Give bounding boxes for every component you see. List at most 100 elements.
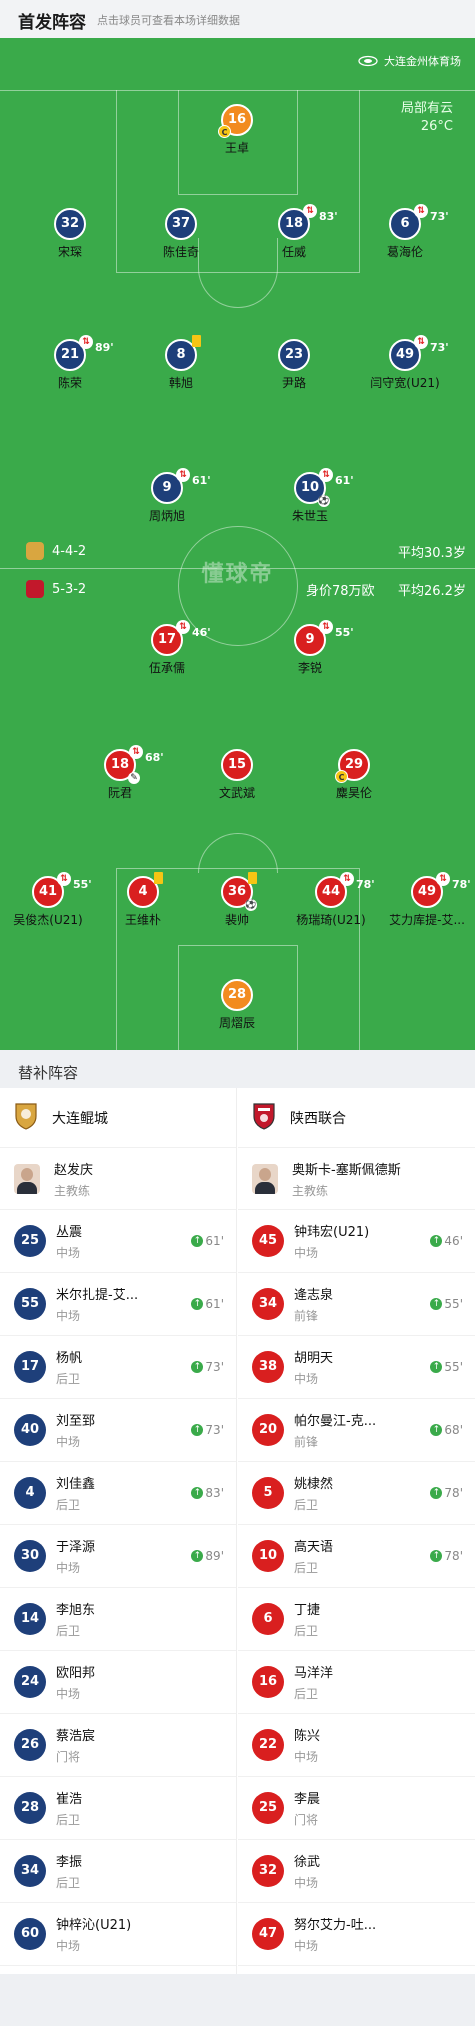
home-bench-team[interactable]: 大连鲲城 [0,1088,236,1148]
jersey-number: 60 [14,1918,46,1950]
arrow-up-icon: ↑ [191,1550,204,1562]
bench-player-row[interactable]: 34 李振 后卫 [0,1840,236,1903]
player-name: 朱世玉 [291,509,328,523]
bench-player-row[interactable]: 14 李旭东 后卫 [0,1588,236,1651]
jersey-number-text: 41 [38,884,58,899]
bench-player-row[interactable]: 32 徐武 中场 [238,1840,475,1903]
home-team-summary: 4-4-2 平均30.3岁 [26,542,466,561]
substitution-icon: ⇅ [129,745,143,759]
home-marker[interactable]: 32 宋琛 [10,208,130,260]
substitution-minute: 68' [145,751,164,764]
weather-text: 局部有云 [400,101,453,116]
sub-in-indicator: ↑ 78' [430,1486,463,1500]
jersey-number-text: 29 [344,757,364,772]
home-marker[interactable]: 16 C 王卓 [177,104,297,156]
away-coach[interactable]: 奥斯卡-塞斯佩德斯 主教练 [238,1148,475,1210]
bench-player-row[interactable]: 5 姚棣然 后卫 ↑ 78' [238,1462,475,1525]
jersey-number-text: 18 [284,216,304,231]
player-name: 丁捷 [294,1603,321,1618]
player-name: 杨帆 [56,1351,83,1366]
sub-in-minute: 61' [205,1297,224,1311]
bench-player-row[interactable]: 40 刘至郅 中场 ↑ 73' [0,1399,236,1462]
jersey-number: 24 [14,1666,46,1698]
substitution-minute: 61' [335,474,354,487]
away-team-crest-icon [252,1102,276,1134]
home-marker[interactable]: 23 尹路 [234,339,354,391]
bench-player-row[interactable]: 55 米尔扎提-艾... 中场 ↑ 61' [0,1273,236,1336]
bench-player-info: 钟梓沁(U21) 中场 [56,1914,176,1954]
substitution-minute: 61' [192,474,211,487]
home-marker[interactable]: 49 ⇅ 73' 闫守宽(U21) [345,335,465,391]
bench-player-row[interactable]: 20 帕尔曼江-克... 前锋 ↑ 68' [238,1399,475,1462]
away-team-logo-icon [26,580,44,598]
jersey-number: 49 ⇅ 73' [389,335,449,371]
jersey-number: 17 [14,1351,46,1383]
weather-info: 局部有云 26°C [401,100,453,136]
sub-in-indicator: ↑ 83' [191,1486,224,1500]
away-marker[interactable]: 28 周熠辰 [177,979,297,1031]
bench-player-row[interactable]: 10 高天语 后卫 ↑ 78' [238,1525,475,1588]
jersey-number-text: 16 [227,112,247,127]
bench-player-row[interactable]: 4 刘佳鑫 后卫 ↑ 83' [0,1462,236,1525]
player-name: 陈荣 [57,376,82,390]
sub-in-indicator: ↑ 55' [430,1297,463,1311]
home-marker[interactable]: 8 韩旭 [121,335,241,391]
coach-name: 奥斯卡-塞斯佩德斯 [292,1162,401,1178]
sub-in-indicator: ↑ 55' [430,1360,463,1374]
jersey-number: 32 [54,208,86,240]
bench-player-row[interactable]: 26 蔡浩宸 门将 [0,1714,236,1777]
away-marker[interactable]: 17 ⇅ 46' 伍承儒 [107,620,227,676]
substitution-icon: ⇅ [319,620,333,634]
substitution-minute: 89' [95,341,114,354]
bench-player-row[interactable]: 16 马洋洋 后卫 [238,1651,475,1714]
bench-player-row[interactable]: 25 李晨 门将 [238,1777,475,1840]
sub-in-indicator: ↑ 61' [191,1234,224,1248]
coach-role: 主教练 [292,1183,329,1198]
away-marker[interactable]: 9 ⇅ 55' 李锐 [250,620,370,676]
bench-player-row[interactable]: 17 杨帆 后卫 ↑ 73' [0,1336,236,1399]
substitution-icon: ⇅ [319,468,333,482]
substitution-minute: 55' [335,626,354,639]
away-marker[interactable]: 18 ⇅ 68' ✎ 阮君 [60,745,180,801]
sub-in-minute: 73' [205,1423,224,1437]
bench-player-info: 逄志泉 前锋 [294,1284,414,1324]
home-marker[interactable]: 37 陈佳奇 [121,208,241,260]
away-marker[interactable]: 29 C 麋昊伦 [294,749,414,801]
bench-player-row[interactable]: 38 胡明天 中场 ↑ 55' [238,1336,475,1399]
bench-player-row[interactable]: 24 欧阳邦 中场 [0,1651,236,1714]
player-name: 徐武 [294,1855,321,1870]
home-marker[interactable]: 9 ⇅ 61' 周炳旭 [107,468,227,524]
home-coach[interactable]: 赵发庆 主教练 [0,1148,236,1210]
bench-player-row[interactable]: 34 逄志泉 前锋 ↑ 55' [238,1273,475,1336]
bench-player-row[interactable]: 60 钟梓沁(U21) 中场 [0,1903,236,1966]
away-marker[interactable]: 15 文武斌 [177,749,297,801]
bench-player-info: 帕尔曼江-克... 前锋 [294,1410,414,1450]
bench-player-row[interactable]: 45 钟玮宏(U21) 中场 ↑ 46' [238,1210,475,1273]
bench-player-row[interactable]: 30 于泽源 中场 ↑ 89' [0,1525,236,1588]
bench-player-row[interactable]: 47 努尔艾力-吐... 中场 [238,1903,475,1966]
jersey-number: 9 ⇅ 55' [294,620,354,656]
home-marker[interactable]: 10 ⇅ 61' ⚽ 朱世玉 [250,468,370,524]
player-name: 于泽源 [56,1540,96,1555]
bench-player-row[interactable]: 28 崔浩 后卫 [0,1777,236,1840]
captain-icon: C [218,125,231,138]
bench-player-row[interactable]: 25 丛震 中场 ↑ 61' [0,1210,236,1273]
away-bench-team[interactable]: 陕西联合 [238,1088,475,1148]
player-name: 文武斌 [218,786,255,800]
bench-player-info: 米尔扎提-艾... 中场 [56,1284,176,1324]
bench-player-row[interactable]: 22 陈兴 中场 [238,1714,475,1777]
home-marker[interactable]: 18 ⇅ 83' 任威 [234,204,354,260]
bench-player-info: 陈兴 中场 [294,1725,414,1765]
jersey-number: 14 [14,1603,46,1635]
bench-player-row[interactable]: 6 丁捷 后卫 [238,1588,475,1651]
jersey-number: 4 [14,1477,46,1509]
jersey-number-text: 49 [395,347,415,362]
jersey-number: 44 ⇅ 78' [315,872,375,908]
jersey-number-text: 28 [227,987,247,1002]
away-marker[interactable]: 49 ⇅ 78' 艾力库提-艾... [367,872,475,928]
home-marker[interactable]: 21 ⇅ 89' 陈荣 [10,335,130,391]
home-marker[interactable]: 6 ⇅ 73' 葛海伦 [345,204,465,260]
player-position: 中场 [294,1876,319,1890]
jersey-number-text: 17 [157,632,177,647]
player-position: 中场 [56,1309,81,1323]
